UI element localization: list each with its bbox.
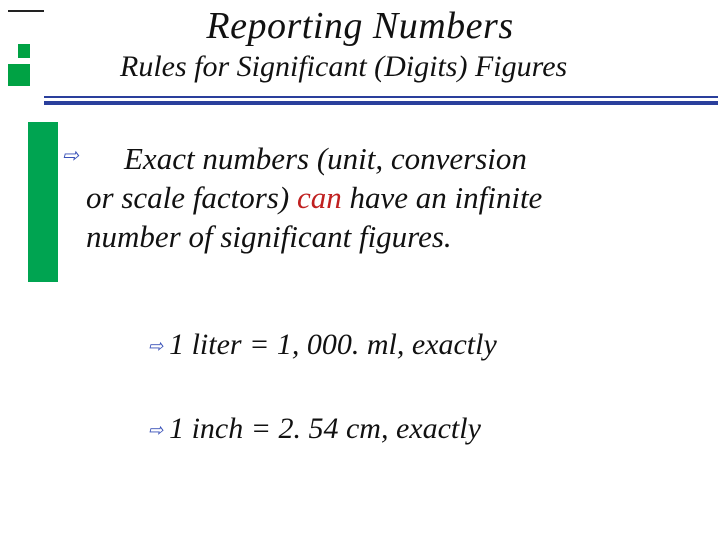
decorative-green-square (8, 64, 30, 86)
main-bullet-part3: have an infinite (349, 180, 542, 215)
main-bullet-part2: or scale factors) (86, 180, 297, 215)
decorative-sidebar-bar (28, 122, 58, 282)
arrow-right-icon: ⇨ (62, 144, 79, 169)
main-bullet-part4: number of significant figures. (86, 219, 452, 254)
arrow-right-icon: ⇨ (148, 336, 163, 356)
divider-line-thick (44, 101, 718, 105)
title-divider (44, 96, 718, 106)
arrow-right-icon: ⇨ (148, 420, 163, 440)
sub-bullet-2: ⇨ 1 inch = 2. 54 cm, exactly (148, 412, 698, 446)
sub-bullet-1: ⇨ 1 liter = 1, 000. ml, exactly (148, 328, 698, 362)
sub-bullet-1-text: 1 liter = 1, 000. ml, exactly (169, 328, 497, 361)
slide: Reporting Numbers Rules for Significant … (0, 0, 720, 540)
slide-subtitle: Rules for Significant (Digits) Figures (120, 50, 710, 83)
main-bullet-part1: Exact numbers (unit, conversion (124, 141, 527, 176)
main-bullet-red: can (297, 180, 342, 215)
main-bullet: ⇨ Exact numbers (unit, conversion or sca… (86, 140, 696, 256)
divider-line-thin (44, 96, 718, 98)
slide-title: Reporting Numbers (0, 0, 720, 48)
main-bullet-line1: Exact numbers (unit, conversion (124, 141, 527, 176)
sub-bullet-2-text: 1 inch = 2. 54 cm, exactly (169, 412, 481, 445)
